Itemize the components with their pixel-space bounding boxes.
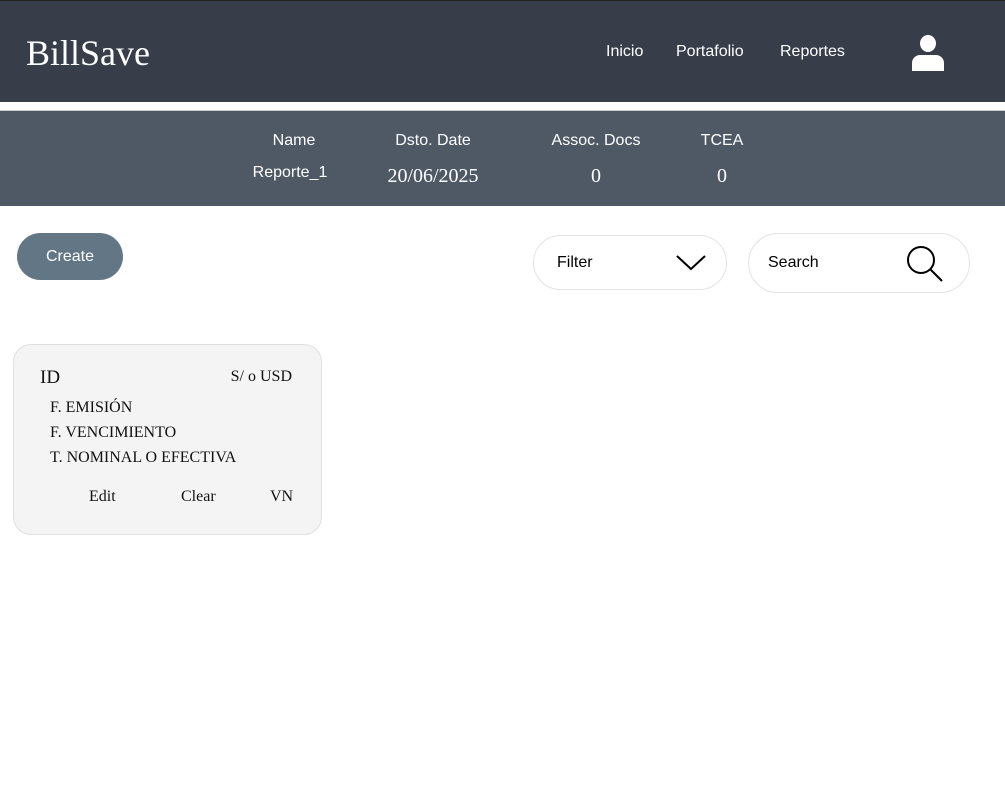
top-nav: BillSave Inicio Portafolio Reportes bbox=[0, 0, 1005, 102]
filter-label: Filter bbox=[557, 253, 593, 271]
chevron-down-icon bbox=[676, 255, 706, 271]
value-tcea: 0 bbox=[717, 165, 727, 187]
search-icon[interactable] bbox=[905, 244, 945, 284]
value-name: Reporte_1 bbox=[252, 164, 328, 181]
search-input[interactable]: Search bbox=[748, 233, 970, 293]
header-date: Dsto. Date bbox=[395, 132, 471, 149]
filter-dropdown[interactable]: Filter bbox=[533, 235, 727, 290]
card-field-tasa: T. NOMINAL O EFECTIVA bbox=[50, 449, 237, 466]
vn-button[interactable]: VN bbox=[270, 488, 293, 506]
document-card: ID S/ o USD F. EMISIÓN F. VENCIMIENTO T.… bbox=[13, 344, 322, 535]
card-currency: S/ o USD bbox=[230, 368, 292, 385]
value-date: 20/06/2025 bbox=[387, 165, 479, 187]
logo: BillSave bbox=[26, 33, 150, 73]
clear-button[interactable]: Clear bbox=[181, 488, 216, 506]
nav-inicio[interactable]: Inicio bbox=[606, 43, 643, 61]
card-field-vencimiento: F. VENCIMIENTO bbox=[50, 424, 177, 441]
header-docs: Assoc. Docs bbox=[551, 132, 641, 149]
card-id: ID bbox=[40, 367, 61, 388]
report-summary: Name Dsto. Date Assoc. Docs TCEA Reporte… bbox=[0, 110, 1005, 206]
create-button[interactable]: Create bbox=[17, 233, 123, 280]
user-icon[interactable] bbox=[912, 35, 944, 71]
nav-portafolio[interactable]: Portafolio bbox=[676, 43, 744, 61]
nav-reportes[interactable]: Reportes bbox=[780, 43, 845, 61]
edit-button[interactable]: Edit bbox=[89, 488, 116, 506]
search-placeholder: Search bbox=[768, 254, 819, 271]
value-docs: 0 bbox=[591, 165, 601, 187]
card-field-emision: F. EMISIÓN bbox=[50, 399, 133, 416]
header-tcea: TCEA bbox=[700, 132, 744, 149]
header-name: Name bbox=[272, 132, 316, 149]
